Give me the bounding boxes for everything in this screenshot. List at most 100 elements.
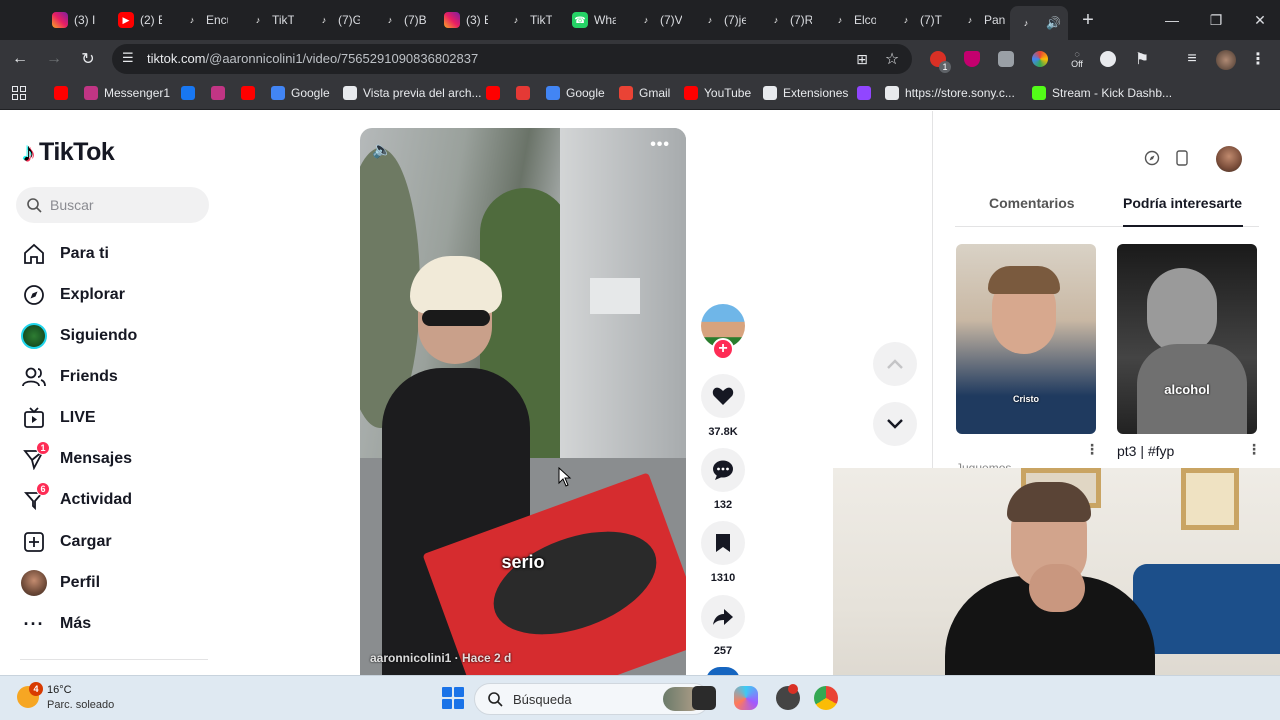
bookmark-item[interactable]: Stream - Kick Dashb... xyxy=(1032,86,1172,100)
minimize-icon[interactable]: — xyxy=(1150,0,1194,40)
bookmark-item[interactable] xyxy=(857,86,871,100)
media-controls-icon[interactable]: ≡ xyxy=(1182,49,1202,69)
tiktok-logo[interactable]: ♪ TikTok xyxy=(22,137,115,168)
browser-tab[interactable]: ♪ TikT xyxy=(500,6,552,34)
tab-podria-interesarte[interactable]: Podría interesarte xyxy=(1123,195,1242,211)
reload-icon[interactable]: ↻ xyxy=(78,49,98,69)
search-box[interactable] xyxy=(16,187,209,223)
browser-tab[interactable]: ☎ Wha xyxy=(564,6,616,34)
recommended-thumbnail[interactable]: alcohol xyxy=(1117,244,1257,434)
browser-tab[interactable]: ♪ (7)B xyxy=(374,6,426,34)
bookmark-item[interactable]: Google xyxy=(546,86,605,100)
bookmark-item[interactable] xyxy=(486,86,500,100)
bookmark-item[interactable]: https://store.sony.c... xyxy=(885,86,1015,100)
bookmark-item[interactable] xyxy=(516,86,530,100)
bookmark-item[interactable]: Vista previa del arch... xyxy=(343,86,482,100)
browser-tab[interactable]: (3) I xyxy=(44,6,96,34)
video-more-icon[interactable]: ••• xyxy=(650,136,670,154)
browser-tab[interactable]: ♪ (7)je xyxy=(694,6,746,34)
follow-plus-button[interactable]: + xyxy=(712,338,734,360)
video-author-line[interactable]: aaronnicolini1 · Hace 2 d xyxy=(370,651,511,665)
close-window-icon[interactable]: ✕ xyxy=(1238,0,1280,40)
profile-avatar-icon[interactable] xyxy=(1216,50,1236,70)
search-input[interactable] xyxy=(50,197,200,213)
taskbar-search[interactable]: Búsqueda xyxy=(474,683,710,715)
video-player[interactable]: 🔈 ••• serio aaronnicolini1 · Hace 2 d xyxy=(360,128,686,675)
bookmark-favicon-icon xyxy=(619,86,633,100)
next-video-button[interactable] xyxy=(873,402,917,446)
user-avatar[interactable] xyxy=(1216,146,1242,172)
address-bar[interactable]: ☰ tiktok.com/@aaronnicolini1/video/75652… xyxy=(112,44,912,74)
music-disc-icon[interactable] xyxy=(706,667,740,675)
bookmark-item[interactable]: YouTube xyxy=(684,86,751,100)
tab-audio-icon[interactable]: 🔊 xyxy=(1046,16,1061,30)
weather-description[interactable]: Parc. soleado xyxy=(47,699,114,711)
browser-tab[interactable]: ▶ (2) E xyxy=(110,6,162,34)
extensions-puzzle-icon[interactable]: ⚑ xyxy=(1132,49,1152,69)
compass-small-icon[interactable] xyxy=(1141,147,1163,169)
extension-grid-icon[interactable] xyxy=(998,51,1014,67)
browser-tab[interactable]: (3) E xyxy=(436,6,488,34)
recommended-thumbnail[interactable]: Cristo xyxy=(956,244,1096,434)
browser-tab[interactable]: ♪ Pan xyxy=(954,6,1010,34)
copilot-icon[interactable] xyxy=(734,686,758,710)
bookmark-item[interactable] xyxy=(211,86,225,100)
previous-video-button[interactable] xyxy=(873,342,917,386)
thumbnail-more-icon[interactable]: ⋮ xyxy=(1247,441,1261,458)
extension-shield-icon[interactable] xyxy=(1100,51,1116,67)
thumbnail-more-icon[interactable]: ⋮ xyxy=(1085,441,1099,458)
apps-grid-icon[interactable] xyxy=(12,86,26,100)
bookmark-item[interactable]: Gmail xyxy=(619,86,670,100)
extension-off-icon[interactable]: ◌ Off xyxy=(1066,49,1088,69)
browser-tab[interactable]: ♪ (7)T xyxy=(890,6,942,34)
bookmark-item[interactable] xyxy=(181,86,195,100)
windows-start-icon[interactable] xyxy=(442,687,464,709)
install-app-icon[interactable]: ⊞ xyxy=(852,49,872,69)
share-button[interactable] xyxy=(701,595,745,639)
back-icon[interactable]: ← xyxy=(10,49,30,69)
heart-icon xyxy=(712,387,734,405)
browser-tab[interactable]: ♪ TikT xyxy=(242,6,294,34)
volume-icon[interactable]: 🔈 xyxy=(372,140,392,160)
bookmark-item[interactable]: Google xyxy=(271,86,330,100)
sidebar-item-m-s[interactable]: ··· Más xyxy=(20,608,210,640)
bookmark-item[interactable]: Messenger1 xyxy=(84,86,170,100)
bookmark-star-icon[interactable]: ☆ xyxy=(882,49,902,69)
save-button[interactable] xyxy=(701,521,745,565)
forward-icon[interactable]: → xyxy=(44,49,64,69)
browser-tab[interactable]: ♪ (7)V xyxy=(630,6,682,34)
sidebar-item-para-ti[interactable]: Para ti xyxy=(20,238,210,270)
chrome-icon[interactable] xyxy=(814,686,838,710)
like-button[interactable] xyxy=(701,374,745,418)
restore-icon[interactable]: ❐ xyxy=(1194,0,1238,40)
new-tab-button[interactable]: + xyxy=(1066,0,1110,40)
chrome-menu-icon[interactable]: ⋮ xyxy=(1248,49,1268,69)
phone-icon[interactable] xyxy=(1171,147,1193,169)
ublock-icon[interactable] xyxy=(964,51,980,67)
video-subject-glasses xyxy=(422,310,490,326)
sidebar-item-perfil[interactable]: Perfil xyxy=(20,567,210,599)
save-count: 1310 xyxy=(710,572,736,584)
browser-tab[interactable]: ♪ (7)R xyxy=(760,6,812,34)
sidebar-item-actividad[interactable]: 6 Actividad xyxy=(20,482,210,516)
tab-comentarios[interactable]: Comentarios xyxy=(989,195,1075,211)
bookmark-item[interactable] xyxy=(241,86,255,100)
sidebar-item-mensajes[interactable]: 1 Mensajes xyxy=(20,441,210,475)
thumbnail-title[interactable]: pt3 | #fyp xyxy=(1117,443,1174,459)
task-view-icon[interactable] xyxy=(692,686,716,710)
site-info-icon[interactable]: ☰ xyxy=(122,50,134,66)
bookmark-item[interactable]: Extensiones xyxy=(763,86,848,100)
browser-tab[interactable]: ♪ Elco xyxy=(824,6,876,34)
browser-tab[interactable]: ♪C🔊✕ xyxy=(1010,6,1068,40)
browser-tab[interactable]: ♪ Encu xyxy=(176,6,228,34)
sidebar-item-live[interactable]: LIVE xyxy=(20,402,210,434)
sidebar-item-cargar[interactable]: Cargar xyxy=(20,526,210,558)
sidebar-item-explorar[interactable]: Explorar xyxy=(20,279,210,311)
weather-temperature[interactable]: 16°C xyxy=(47,684,72,696)
color-picker-icon[interactable] xyxy=(1032,51,1048,67)
comment-button[interactable] xyxy=(701,448,745,492)
browser-tab[interactable]: ♪ (7)G xyxy=(308,6,360,34)
bookmark-item[interactable] xyxy=(54,86,68,100)
sidebar-item-siguiendo[interactable]: Siguiendo xyxy=(20,320,210,352)
sidebar-item-friends[interactable]: Friends xyxy=(20,361,210,393)
